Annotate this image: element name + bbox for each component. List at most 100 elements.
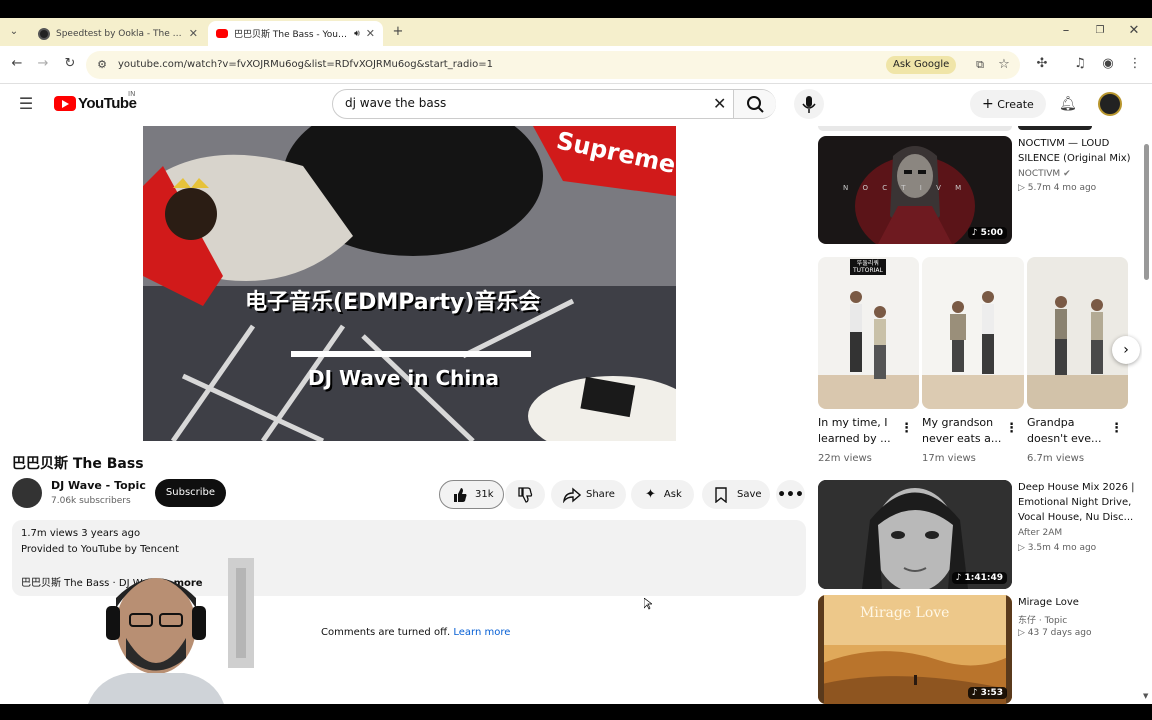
channel-name[interactable]: DJ Wave - Topic: [51, 479, 146, 492]
scroll-down-arrow-icon[interactable]: ▼: [1143, 692, 1148, 700]
youtube-favicon-icon: [216, 29, 228, 38]
mouse-cursor-icon: [644, 598, 652, 610]
previous-thumbnail-edge-2: [1018, 126, 1092, 130]
tutorial-badge: 뚜둘리쿼 TUTORIAL: [850, 259, 886, 275]
search-input[interactable]: [345, 96, 705, 110]
country-code: IN: [128, 90, 136, 98]
address-bar[interactable]: ⚙ youtube.com/watch?v=fvXOJRMu6og&list=R…: [86, 51, 1020, 79]
share-button[interactable]: Share: [551, 480, 626, 509]
dislike-button[interactable]: [505, 480, 545, 509]
noctivm-thumbnail[interactable]: N O C T I V M ♪ 5:00: [818, 136, 1012, 244]
tab-list-chevron-icon[interactable]: ⌄: [6, 24, 22, 40]
ask-button[interactable]: ✦ Ask: [631, 480, 694, 509]
search-icon: [747, 96, 764, 113]
short-views-2: 17m views: [922, 453, 976, 464]
youtube-header: ☰ YouTube IN ✕ + Create 🔔︎: [0, 84, 1152, 126]
browser-toolbar: ← → ↻ ⚙ youtube.com/watch?v=fvXOJRMu6og&…: [0, 46, 1152, 84]
hamburger-menu-icon[interactable]: ☰: [18, 96, 34, 112]
search-button[interactable]: [733, 90, 776, 118]
video-overlay-subtitle: DJ Wave in China: [308, 366, 499, 390]
tab-youtube[interactable]: 巴巴贝斯 The Bass - YouTube 🔊︎ ✕: [208, 21, 383, 46]
short-title-2[interactable]: My grandson never eats a...: [922, 415, 1002, 447]
thumbs-down-icon: [518, 486, 533, 503]
minimize-icon[interactable]: –: [1058, 23, 1074, 39]
bookmark-star-icon[interactable]: ☆: [996, 57, 1012, 73]
save-label: Save: [737, 489, 762, 500]
more-actions-button[interactable]: •••: [776, 480, 805, 509]
search-box: ✕: [332, 89, 776, 119]
profile-icon[interactable]: ◉: [1100, 56, 1116, 72]
tutorial-badge-en: TUTORIAL: [853, 267, 883, 274]
video-overlay-title: 电子音乐(EDMParty)音乐会: [245, 290, 541, 315]
comments-notice: Comments are turned off. Learn more: [321, 627, 510, 638]
sparkle-icon: ✦: [645, 487, 656, 502]
short-thumbnail-1[interactable]: 뚜둘리쿼 TUTORIAL: [818, 257, 919, 409]
short-menu-1-icon[interactable]: ⋮: [900, 421, 913, 436]
short-menu-2-icon[interactable]: ⋮: [1005, 421, 1018, 436]
deephouse-channel: After 2AM: [1018, 528, 1063, 538]
clear-search-icon[interactable]: ✕: [713, 94, 726, 113]
learn-more-link[interactable]: Learn more: [453, 627, 510, 638]
site-info-icon[interactable]: ⚙: [94, 57, 110, 73]
dancers-image-2: [922, 291, 1024, 409]
audio-playing-icon[interactable]: 🔊︎: [354, 29, 360, 39]
create-button[interactable]: + Create: [970, 90, 1046, 118]
duration-badge: ♪ 5:00: [967, 227, 1007, 239]
shorts-next-arrow-icon[interactable]: ›: [1112, 336, 1140, 364]
deephouse-title[interactable]: Deep House Mix 2026 | Emotional Night Dr…: [1018, 480, 1136, 525]
short-views-1: 22m views: [818, 453, 872, 464]
save-button[interactable]: Save: [702, 480, 770, 509]
restore-icon[interactable]: ❐: [1092, 23, 1108, 39]
speedtest-favicon-icon: [38, 27, 50, 40]
mic-icon: [802, 96, 816, 113]
deephouse-thumbnail[interactable]: ♪ 1:41:49: [818, 480, 1012, 589]
window-close-icon[interactable]: ✕: [1126, 23, 1142, 39]
ask-google-label: Ask Google: [893, 59, 950, 70]
media-control-icon[interactable]: ♫: [1072, 56, 1088, 72]
noctivm-thumb-text: N O C T I V M: [843, 184, 968, 192]
bookmark-icon: [715, 486, 727, 503]
forward-icon[interactable]: →: [35, 56, 51, 72]
voice-search-button[interactable]: [794, 89, 824, 119]
new-tab-button[interactable]: +: [390, 24, 406, 40]
short-views-3: 6.7m views: [1027, 453, 1085, 464]
short-thumbnail-3[interactable]: [1027, 257, 1128, 409]
noctivm-channel-name: NOCTIVM: [1018, 169, 1061, 179]
tab-speedtest[interactable]: Speedtest by Ookla - The Global Broadban…: [30, 21, 206, 46]
short-menu-3-icon[interactable]: ⋮: [1110, 421, 1123, 436]
webcam-overlay: [88, 558, 254, 704]
notifications-bell-icon[interactable]: 🔔︎: [1059, 96, 1077, 112]
subscribe-button[interactable]: Subscribe: [155, 479, 226, 507]
share-label: Share: [586, 489, 615, 500]
noctivm-title[interactable]: NOCTIVM — LOUD SILENCE (Original Mix): [1018, 136, 1138, 166]
page-scrollbar[interactable]: ▼: [1142, 126, 1152, 704]
subscriber-count: 7.06k subscribers: [51, 496, 131, 506]
comments-off-text: Comments are turned off.: [321, 627, 451, 638]
tab-close-icon[interactable]: ✕: [366, 27, 375, 40]
channel-avatar[interactable]: [12, 478, 42, 508]
short-thumbnail-2[interactable]: [922, 257, 1024, 409]
account-avatar[interactable]: [1098, 92, 1122, 116]
scrollbar-thumb[interactable]: [1144, 144, 1149, 280]
url-text: youtube.com/watch?v=fvXOJRMu6og&list=RDf…: [118, 59, 493, 70]
video-player[interactable]: Supreme 电子音乐(EDMParty)音乐会 DJ Wave in Chi…: [143, 126, 676, 441]
verified-check-icon: ✔: [1063, 169, 1071, 179]
tab-close-icon[interactable]: ✕: [189, 27, 198, 40]
ask-google-button[interactable]: Ask Google: [886, 56, 957, 74]
extensions-icon[interactable]: ✣: [1034, 56, 1050, 72]
deephouse-stats: ▷ 3.5m 4 mo ago: [1018, 543, 1097, 553]
mirage-thumbnail[interactable]: Mirage Love ♪ 3:53: [818, 595, 1012, 704]
video-title: 巴巴贝斯 The Bass: [12, 456, 144, 472]
back-icon[interactable]: ←: [9, 56, 25, 72]
reload-icon[interactable]: ↻: [62, 56, 78, 72]
create-label: Create: [997, 98, 1034, 111]
short-title-3[interactable]: Grandpa doesn't eve...: [1027, 415, 1107, 447]
mirage-title[interactable]: Mirage Love: [1018, 595, 1136, 610]
install-app-icon[interactable]: ⧉: [972, 57, 988, 73]
browser-menu-icon[interactable]: ⋮: [1127, 56, 1143, 72]
youtube-logo[interactable]: YouTube IN: [54, 90, 137, 112]
duration-badge: ♪ 1:41:49: [951, 572, 1007, 584]
mirage-stats: ▷ 43 7 days ago: [1018, 628, 1092, 638]
short-title-1[interactable]: In my time, I learned by ...: [818, 415, 898, 447]
like-button[interactable]: 31k: [439, 480, 504, 509]
